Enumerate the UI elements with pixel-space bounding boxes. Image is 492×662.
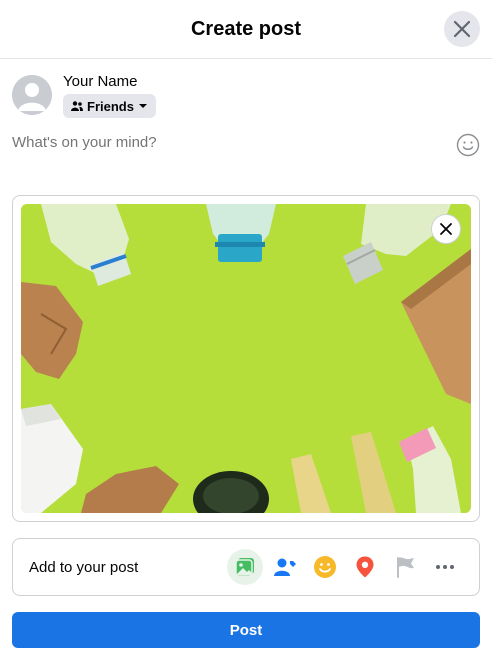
photo-video-icon — [235, 558, 254, 577]
post-button[interactable]: Post — [12, 612, 480, 648]
close-button[interactable] — [444, 11, 480, 47]
feeling-icon — [314, 556, 336, 578]
friends-icon — [71, 101, 83, 111]
check-in-button[interactable] — [347, 549, 383, 585]
photo-attachment — [12, 195, 480, 522]
author-name: Your Name — [63, 73, 138, 90]
flag-icon — [397, 557, 414, 578]
dialog-header: Create post — [0, 0, 492, 59]
default-avatar-icon — [12, 75, 52, 115]
audience-selector[interactable]: Friends — [63, 94, 156, 118]
check-in-icon — [356, 556, 374, 578]
post-author: Your Name Friends — [12, 72, 156, 118]
smiley-icon — [456, 133, 480, 157]
photo-video-button[interactable] — [227, 549, 263, 585]
close-icon — [453, 20, 471, 38]
photo-image — [21, 204, 471, 513]
dialog-title: Create post — [190, 17, 302, 40]
audience-label: Friends — [87, 98, 134, 114]
more-options-button[interactable] — [427, 549, 463, 585]
feeling-button[interactable] — [307, 549, 343, 585]
caret-down-icon — [138, 104, 147, 108]
tag-people-icon — [274, 558, 296, 576]
life-event-button[interactable] — [387, 549, 423, 585]
remove-photo-button[interactable] — [431, 214, 461, 244]
more-icon — [436, 565, 454, 569]
add-to-post-label: Add to your post — [29, 558, 139, 576]
emoji-button[interactable] — [456, 133, 480, 157]
tag-people-button[interactable] — [267, 549, 303, 585]
avatar — [12, 75, 52, 115]
add-to-post-bar: Add to your post — [12, 538, 480, 596]
post-text-input[interactable] — [12, 134, 442, 151]
close-icon — [440, 223, 452, 235]
attached-photo — [21, 204, 471, 513]
